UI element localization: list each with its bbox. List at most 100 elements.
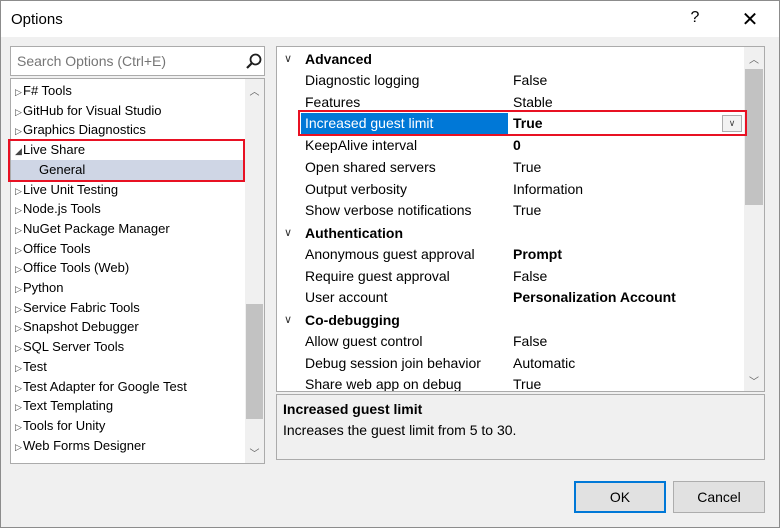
expand-arrow-icon[interactable]: ▷ [11,299,23,319]
property-row[interactable]: Anonymous guest approval Prompt [277,244,744,265]
search-box[interactable] [10,46,265,76]
expand-arrow-icon[interactable]: ▷ [11,181,23,201]
property-row[interactable]: Show verbose notifications True [277,200,744,221]
highlight-box-guest-limit [298,110,747,136]
description-title: Increased guest limit [283,401,423,417]
property-row[interactable]: Share web app on debug True [277,374,744,392]
expand-arrow-icon[interactable]: ▷ [11,102,23,122]
description-panel: Increased guest limit Increases the gues… [276,394,765,460]
property-row[interactable]: User account Personalization Account [277,287,744,308]
category-row[interactable]: ∨ Authentication [277,222,744,244]
tree-item-label: Graphics Diagnostics [23,122,146,138]
expand-arrow-icon[interactable]: ▷ [11,338,23,358]
grid-scrollbar[interactable]: ︿ ﹀ [744,47,764,391]
tree-item-label: Office Tools (Web) [23,260,130,276]
tree-item-label: Service Fabric Tools [23,299,140,315]
search-input[interactable] [11,47,239,75]
expand-arrow-icon[interactable]: ▷ [11,417,23,437]
tree-item-label: Snapshot Debugger [23,319,139,335]
expand-arrow-icon[interactable]: ▷ [11,397,23,417]
expand-arrow-icon[interactable]: ▷ [11,82,23,102]
property-name: Anonymous guest approval [305,245,475,262]
property-value: True [513,202,542,219]
tree-item[interactable]: ▷Snapshot Debugger [11,317,245,337]
property-row[interactable]: Require guest approval False [277,266,744,287]
tree-item-label: Tools for Unity [23,417,106,433]
tree-scrollbar[interactable]: ︿ ﹀ [245,79,264,463]
tree-item[interactable]: ▷GitHub for Visual Studio [11,101,245,121]
property-row[interactable]: Open shared servers True [277,157,744,178]
tree-item[interactable]: ▷F# Tools [11,81,245,101]
property-value: Prompt [513,245,562,262]
expand-arrow-icon[interactable]: ▷ [11,318,23,338]
property-value: Automatic [513,354,576,371]
options-dialog: Options ? ✕ ︿ ﹀ ▷F# Tools▷GitHub for Vis… [0,0,780,528]
category-row[interactable]: ∨ Co-debugging [277,309,744,331]
expand-arrow-icon[interactable]: ▷ [11,200,23,220]
expand-arrow-icon[interactable]: ▷ [11,378,23,398]
property-name: Open shared servers [305,158,436,175]
chevron-down-icon[interactable]: ∨ [284,309,292,331]
close-button[interactable]: ✕ [738,7,762,32]
title-bar: Options ? ✕ [1,1,779,37]
tree-item[interactable]: ▷Test Adapter for Google Test [11,377,245,397]
category-label: Authentication [305,224,403,241]
tree-item-label: Node.js Tools [23,201,101,217]
tree-item[interactable]: ▷Live Unit Testing [11,180,245,200]
property-value: False [513,72,548,88]
tree-item-label: NuGet Package Manager [23,220,170,236]
property-value: False [513,267,548,284]
property-row[interactable]: Diagnostic logging False [277,70,744,91]
tree-item[interactable]: ▷Node.js Tools [11,199,245,219]
highlight-box-live-share [8,139,245,182]
grid-scroll-thumb[interactable] [745,69,763,205]
scroll-down-icon[interactable]: ﹀ [245,445,264,460]
help-button[interactable]: ? [685,9,705,27]
category-label: Advanced [305,51,372,67]
expand-arrow-icon[interactable]: ▷ [11,358,23,378]
tree-item[interactable]: ▷Graphics Diagnostics [11,120,245,140]
search-icon[interactable] [245,52,263,70]
chevron-down-icon[interactable]: ∨ [284,222,292,244]
property-row[interactable]: Allow guest control False [277,331,744,352]
expand-arrow-icon[interactable]: ▷ [11,240,23,260]
tree-item[interactable]: ▷Tools for Unity [11,416,245,436]
tree-item-label: SQL Server Tools [23,339,125,355]
description-text: Increases the guest limit from 5 to 30. [283,422,517,438]
property-row[interactable]: KeepAlive interval 0 [277,135,744,156]
ok-button[interactable]: OK [574,481,666,513]
property-value: 0 [513,137,521,154]
expand-arrow-icon[interactable]: ▷ [11,279,23,299]
tree-item[interactable]: ▷Python [11,278,245,298]
property-value: False [513,333,548,349]
tree-item-label: Office Tools [23,240,91,256]
tree-item[interactable]: ▷NuGet Package Manager [11,219,245,239]
tree-item-label: Live Unit Testing [23,181,119,197]
scroll-up-icon[interactable]: ︿ [245,83,264,98]
tree-item[interactable]: ▷Service Fabric Tools [11,298,245,318]
tree-item[interactable]: ▷Office Tools [11,239,245,259]
property-name: Debug session join behavior [305,354,481,371]
property-name: Diagnostic logging [305,72,420,88]
property-row[interactable]: Debug session join behavior Automatic [277,353,744,374]
expand-arrow-icon[interactable]: ▷ [11,437,23,457]
tree-item-label: GitHub for Visual Studio [23,102,162,118]
expand-arrow-icon[interactable]: ▷ [11,259,23,279]
chevron-down-icon[interactable]: ∨ [284,48,292,70]
property-name: User account [305,289,388,306]
tree-item[interactable]: ▷Test [11,357,245,377]
property-row[interactable]: Output verbosity Information [277,179,744,200]
tree-item-label: Python [23,280,64,295]
property-name: Require guest approval [305,267,450,284]
tree-item[interactable]: ▷Office Tools (Web) [11,258,245,278]
cancel-button[interactable]: Cancel [673,481,765,513]
tree-item[interactable]: ▷Web Forms Designer [11,436,245,456]
property-value: True [513,376,542,392]
scroll-down-icon[interactable]: ﹀ [744,373,764,388]
expand-arrow-icon[interactable]: ▷ [11,220,23,240]
scroll-up-icon[interactable]: ︿ [744,51,764,66]
tree-scroll-thumb[interactable] [246,304,263,419]
category-row[interactable]: ∨ Advanced [277,48,744,70]
tree-item[interactable]: ▷Text Templating [11,396,245,416]
tree-item[interactable]: ▷SQL Server Tools [11,337,245,357]
